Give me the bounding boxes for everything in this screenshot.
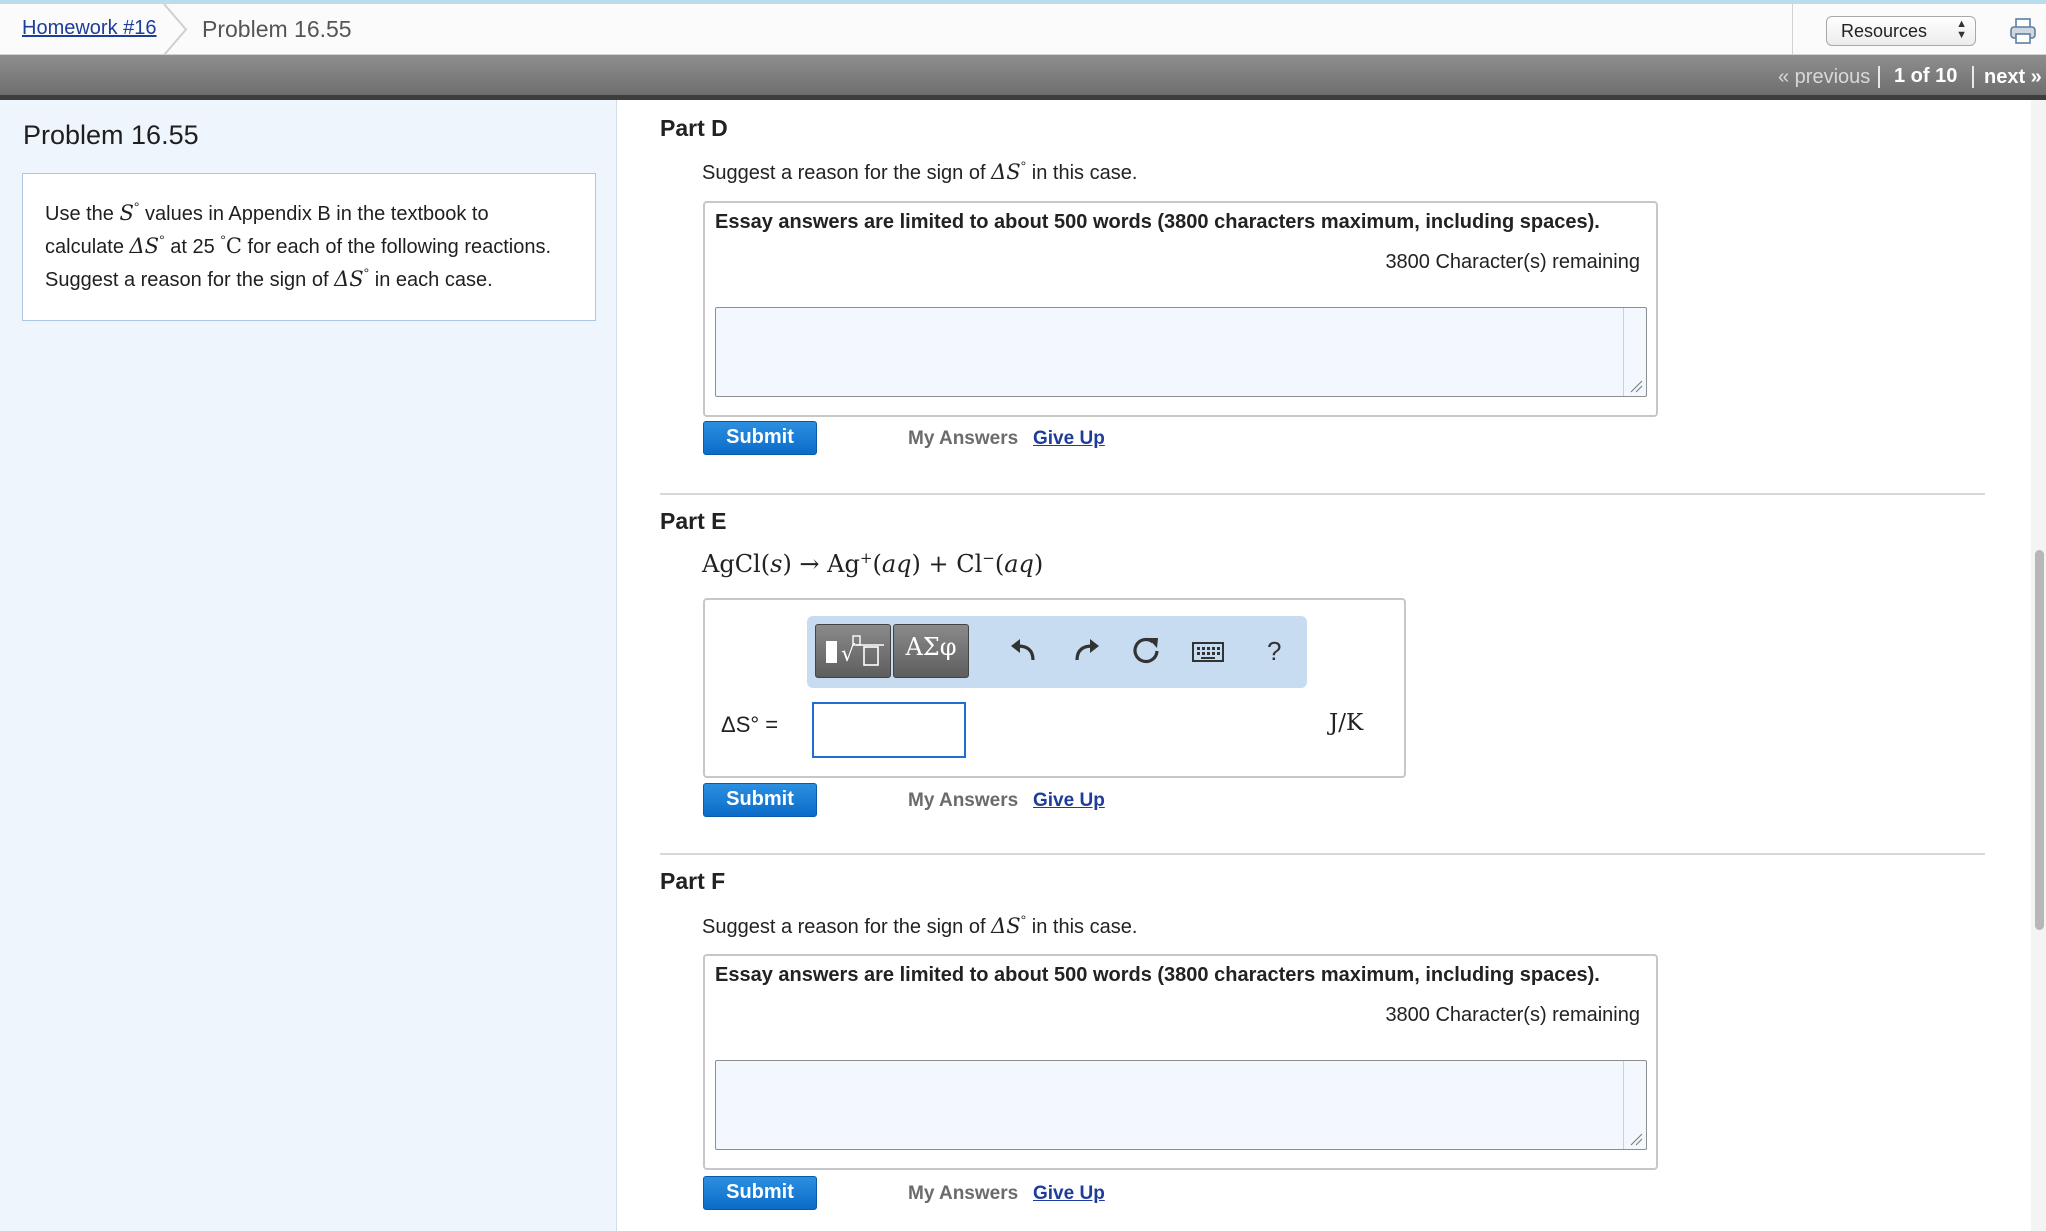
- part-d-essay-textarea[interactable]: [715, 307, 1647, 397]
- delta-s-symbol: ΔS: [129, 234, 160, 258]
- part-e-give-up-link[interactable]: Give Up: [1033, 790, 1105, 812]
- part-f-prompt: Suggest a reason for the sign of ΔS° in …: [702, 912, 1137, 939]
- equation-superscript: +: [859, 549, 873, 567]
- part-e-title: Part E: [660, 508, 727, 534]
- part-f-give-up-link[interactable]: Give Up: [1033, 1183, 1105, 1205]
- characters-remaining: 3800 Character(s) remaining: [1385, 1004, 1640, 1026]
- section-divider: [660, 493, 1985, 495]
- nav-divider: [1972, 66, 1974, 88]
- part-f-essay-textarea[interactable]: [715, 1060, 1647, 1150]
- page-indicator: 1 of 10: [1894, 65, 1958, 87]
- part-f-essay-box: Essay answers are limited to about 500 w…: [703, 954, 1658, 1170]
- celsius-unit: C: [225, 234, 242, 258]
- textarea-scroll-divider: [1623, 308, 1624, 396]
- template-button[interactable]: √: [815, 624, 891, 678]
- math-toolbar: √ ΑΣφ ?: [807, 616, 1307, 688]
- breadcrumb-separator-icon: [163, 4, 188, 55]
- equation-text: s: [770, 550, 783, 578]
- equation-superscript: −: [982, 549, 995, 567]
- printer-icon[interactable]: [2008, 16, 2038, 46]
- equation-text: (: [872, 550, 882, 578]
- statement-text: at 25: [164, 236, 221, 258]
- breadcrumb-current: Problem 16.55: [202, 16, 352, 42]
- template-icon: √: [826, 635, 884, 667]
- prompt-text: in this case.: [1026, 162, 1138, 184]
- svg-text:√: √: [841, 642, 856, 667]
- characters-remaining: 3800 Character(s) remaining: [1385, 251, 1640, 273]
- redo-icon[interactable]: [1069, 634, 1103, 668]
- resize-grip-icon[interactable]: [1629, 379, 1643, 393]
- resources-select[interactable]: Resources ▲ ▼: [1826, 16, 1976, 46]
- resources-label: Resources: [1841, 21, 1928, 41]
- essay-limit-note: Essay answers are limited to about 500 w…: [715, 211, 1600, 233]
- header: Homework #16 Problem 16.55 Resources ▲ ▼: [0, 4, 2046, 55]
- select-arrows-icon: ▲ ▼: [1956, 18, 1967, 41]
- part-f-submit-button[interactable]: Submit: [703, 1176, 817, 1210]
- problem-statement: Use the S° values in Appendix B in the t…: [22, 173, 596, 321]
- prompt-text: Suggest a reason for the sign of: [702, 162, 992, 184]
- part-d-essay-box: Essay answers are limited to about 500 w…: [703, 201, 1658, 417]
- problem-sidebar: Problem 16.55 Use the S° values in Appen…: [0, 100, 617, 1231]
- part-e-answer-box: √ ΑΣφ ? ΔS° = J/K: [703, 598, 1406, 778]
- statement-text: in each case.: [369, 269, 493, 291]
- undo-icon[interactable]: [1007, 634, 1041, 668]
- problem-nav-bar: « previous 1 of 10 next »: [0, 55, 2046, 100]
- answer-label: ΔS° =: [721, 712, 779, 737]
- statement-text: Use the: [45, 203, 120, 225]
- breadcrumb-homework-link[interactable]: Homework #16: [22, 17, 157, 40]
- equation-text: aq: [881, 550, 912, 578]
- part-e-reaction-equation: AgCl(s) → Ag+(aq) + Cl−(aq): [702, 549, 1043, 578]
- header-divider: [1792, 4, 1793, 55]
- reset-icon[interactable]: [1129, 634, 1163, 668]
- section-divider: [660, 853, 1985, 855]
- delta-s-symbol: ΔS: [991, 160, 1021, 184]
- part-f-title: Part F: [660, 868, 726, 894]
- equation-text: ) + Cl: [911, 550, 983, 578]
- delta-s-symbol: ΔS: [334, 267, 364, 291]
- part-e-my-answers[interactable]: My Answers: [908, 790, 1018, 812]
- prompt-text: in this case.: [1026, 916, 1138, 938]
- next-link[interactable]: next »: [1984, 66, 2042, 89]
- part-e-answer-input[interactable]: [812, 702, 966, 758]
- part-d-my-answers[interactable]: My Answers: [908, 428, 1018, 450]
- equation-text: ) → Ag: [782, 550, 860, 578]
- problem-title: Problem 16.55: [23, 120, 199, 150]
- answer-unit: J/K: [1329, 710, 1364, 736]
- equation-text: AgCl(: [702, 550, 771, 578]
- part-d-submit-button[interactable]: Submit: [703, 421, 817, 455]
- equation-text: (: [994, 550, 1005, 578]
- part-d-give-up-link[interactable]: Give Up: [1033, 428, 1105, 450]
- part-d-prompt: Suggest a reason for the sign of ΔS° in …: [702, 158, 1137, 185]
- delta-s-symbol: ΔS: [991, 914, 1021, 938]
- scrollbar-thumb[interactable]: [2035, 550, 2044, 930]
- resize-grip-icon[interactable]: [1629, 1132, 1643, 1146]
- equation-text: aq: [1004, 550, 1034, 578]
- help-icon[interactable]: ?: [1267, 636, 1281, 667]
- greek-symbols-button[interactable]: ΑΣφ: [893, 624, 969, 678]
- part-d-title: Part D: [660, 115, 728, 141]
- prompt-text: Suggest a reason for the sign of: [702, 916, 992, 938]
- textarea-scroll-divider: [1623, 1061, 1624, 1149]
- previous-link[interactable]: « previous: [1778, 66, 1870, 89]
- keyboard-icon[interactable]: [1191, 634, 1225, 668]
- part-e-submit-button[interactable]: Submit: [703, 783, 817, 817]
- nav-divider: [1878, 66, 1880, 88]
- part-f-my-answers[interactable]: My Answers: [908, 1183, 1018, 1205]
- equation-text: ): [1033, 550, 1044, 578]
- entropy-symbol: S: [119, 201, 134, 225]
- essay-limit-note: Essay answers are limited to about 500 w…: [715, 964, 1600, 986]
